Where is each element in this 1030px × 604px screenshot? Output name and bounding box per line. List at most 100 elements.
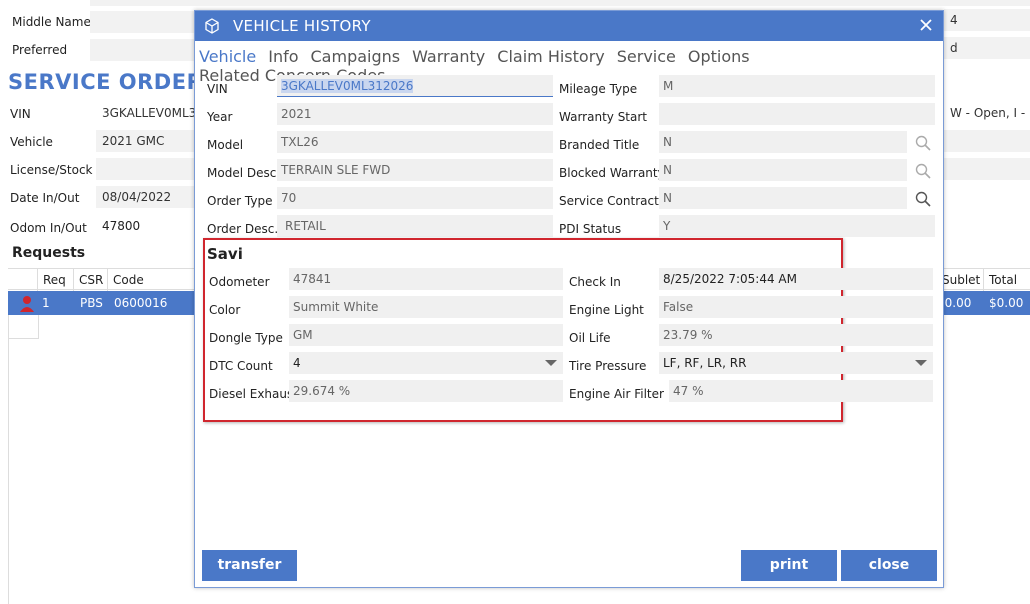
tire-pressure-value: LF, RF, LR, RR xyxy=(663,356,747,370)
branded-title-field[interactable]: N xyxy=(659,131,907,153)
color-label: Color xyxy=(209,303,241,317)
print-button[interactable]: print xyxy=(741,550,837,581)
odom-label: Odom In/Out xyxy=(10,221,87,235)
dtc-count-value: 4 xyxy=(293,356,301,370)
dongle-type-label: Dongle Type xyxy=(209,331,283,345)
blocked-warranty-field[interactable]: N xyxy=(659,159,907,181)
cube-icon xyxy=(204,18,220,37)
tire-pressure-label: Tire Pressure xyxy=(569,359,647,373)
mileage-type-label: Mileage Type xyxy=(559,82,638,96)
odom-field[interactable]: 47800 xyxy=(96,215,194,237)
transfer-button[interactable]: transfer xyxy=(202,550,297,581)
right-field-1[interactable]: 4 xyxy=(944,9,1030,31)
middle-name-field[interactable] xyxy=(90,11,194,33)
vin-input[interactable]: 3GKALLEV0ML312026 xyxy=(277,75,553,97)
odometer-label: Odometer xyxy=(209,275,270,289)
blocked-warranty-label: Blocked Warranty xyxy=(559,166,665,180)
odometer-field[interactable]: 47841 xyxy=(289,268,563,290)
vin-field[interactable]: 3GKALLEV0ML3 xyxy=(96,102,196,124)
grid-cell-req: 1 xyxy=(42,296,50,310)
tab-service[interactable]: Service xyxy=(617,47,676,66)
tab-campaigns[interactable]: Campaigns xyxy=(311,47,401,66)
chevron-down-icon[interactable] xyxy=(915,360,927,366)
search-icon[interactable] xyxy=(915,135,931,151)
chevron-down-icon[interactable] xyxy=(545,360,557,366)
right-field-3[interactable] xyxy=(944,130,1030,152)
diesel-exhaust-label: Diesel Exhaust xyxy=(209,387,298,401)
service-contract-field[interactable]: N xyxy=(659,187,907,209)
grid-cell-csr: PBS xyxy=(80,296,103,310)
grid-cell-code: 0600016 xyxy=(114,296,168,310)
vehicle-history-dialog: VEHICLE HISTORY Vehicle Info Campaigns Warr… xyxy=(194,10,944,588)
check-in-label: Check In xyxy=(569,275,621,289)
top-strip xyxy=(90,0,1030,6)
middle-name-label: Middle Name xyxy=(12,15,91,29)
search-icon[interactable] xyxy=(915,163,931,179)
tire-pressure-dropdown[interactable]: LF, RF, LR, RR xyxy=(659,352,933,374)
date-label: Date In/Out xyxy=(10,191,80,205)
dtc-count-dropdown[interactable]: 4 xyxy=(289,352,563,374)
date-field[interactable]: 08/04/2022 xyxy=(96,186,194,208)
grid-row-empty[interactable] xyxy=(9,315,39,339)
tab-info[interactable]: Info xyxy=(268,47,298,66)
dongle-type-field[interactable]: GM xyxy=(289,324,563,346)
diesel-exhaust-field[interactable]: 29.674 % xyxy=(289,380,563,402)
grid-header-total[interactable]: Total xyxy=(983,269,1030,291)
grid-cell-total: $0.00 xyxy=(989,296,1024,310)
dialog-tabs: Vehicle Info Campaigns Warranty Claim Histor… xyxy=(199,47,943,85)
pdi-status-field[interactable]: Y xyxy=(659,215,935,237)
order-desc-field[interactable]: RETAIL xyxy=(277,215,553,237)
tab-claim-history[interactable]: Claim History xyxy=(497,47,604,66)
close-button[interactable]: close xyxy=(841,550,937,581)
warranty-start-field[interactable] xyxy=(659,103,935,125)
oil-life-label: Oil Life xyxy=(569,331,611,345)
right-field-2[interactable]: d xyxy=(944,37,1030,59)
model-label: Model xyxy=(207,138,244,152)
dialog-header: VEHICLE HISTORY xyxy=(195,11,943,41)
preferred-field[interactable] xyxy=(90,39,194,61)
pdi-status-label: PDI Status xyxy=(559,222,622,236)
engine-air-filter-field[interactable]: 47 % xyxy=(669,380,933,402)
dialog-title: VEHICLE HISTORY xyxy=(233,17,371,35)
close-icon[interactable] xyxy=(919,18,933,35)
model-desc-field[interactable]: TERRAIN SLE FWD xyxy=(277,159,553,181)
engine-light-field[interactable]: False xyxy=(659,296,933,318)
order-type-field[interactable]: 70 xyxy=(277,187,553,209)
order-desc-label: Order Desc. xyxy=(207,222,279,236)
vin-value: 3GKALLEV0ML312026 xyxy=(281,79,414,93)
license-field[interactable] xyxy=(96,158,194,180)
vehicle-field[interactable]: 2021 GMC TERR xyxy=(96,130,194,170)
warranty-start-label: Warranty Start xyxy=(559,110,648,124)
engine-air-filter-label: Engine Air Filter xyxy=(569,387,664,401)
requests-title: Requests xyxy=(12,245,86,261)
year-label: Year xyxy=(207,110,233,124)
grid-header-csr[interactable]: CSR xyxy=(73,269,107,291)
year-field[interactable]: 2021 xyxy=(277,103,553,125)
order-type-label: Order Type xyxy=(207,194,273,208)
check-in-field[interactable]: 8/25/2022 7:05:44 AM xyxy=(659,268,933,290)
grid-header-code[interactable]: Code xyxy=(107,269,197,291)
service-contract-label: Service Contract xyxy=(559,194,659,208)
person-icon xyxy=(14,291,34,315)
tab-options[interactable]: Options xyxy=(688,47,750,66)
tab-vehicle[interactable]: Vehicle xyxy=(199,47,256,66)
license-label: License/Stock xyxy=(10,163,93,177)
vin-label: VIN xyxy=(207,82,228,96)
branded-title-label: Branded Title xyxy=(559,138,640,152)
preferred-label: Preferred xyxy=(12,43,68,57)
mileage-type-field[interactable]: M xyxy=(659,75,935,97)
search-icon[interactable] xyxy=(915,191,931,207)
vin-label: VIN xyxy=(10,107,31,121)
oil-life-field[interactable]: 23.79 % xyxy=(659,324,933,346)
color-field[interactable]: Summit White xyxy=(289,296,563,318)
vehicle-label: Vehicle xyxy=(10,135,53,149)
right-field-4[interactable] xyxy=(944,158,1030,180)
tab-warranty[interactable]: Warranty xyxy=(412,47,485,66)
dtc-count-label: DTC Count xyxy=(209,359,273,373)
model-field[interactable]: TXL26 xyxy=(277,131,553,153)
grid-header-req[interactable]: Req xyxy=(37,269,73,291)
status-field[interactable]: W - Open, I - O xyxy=(944,102,1030,142)
engine-light-label: Engine Light xyxy=(569,303,644,317)
savi-title: Savi xyxy=(207,245,243,263)
model-desc-label: Model Desc. xyxy=(207,166,281,180)
